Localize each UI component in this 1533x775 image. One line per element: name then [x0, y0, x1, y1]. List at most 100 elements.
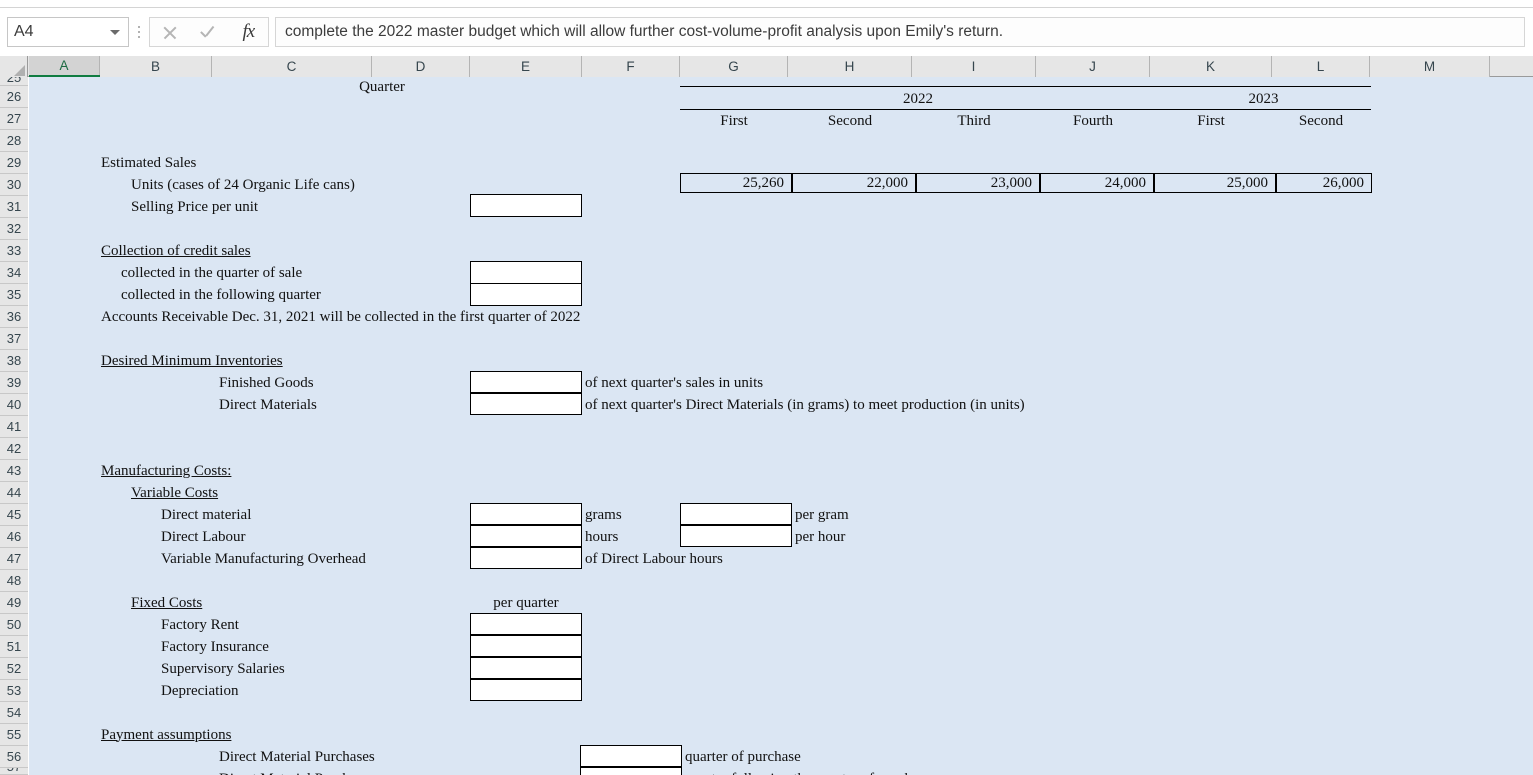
- row-header-48[interactable]: 48: [0, 570, 28, 592]
- depreciation-label: Depreciation: [161, 682, 239, 699]
- column-header-l[interactable]: L: [1272, 56, 1370, 77]
- row-header-31[interactable]: 31: [0, 196, 28, 218]
- row-header-54[interactable]: 54: [0, 702, 28, 724]
- row-header-36[interactable]: 36: [0, 306, 28, 328]
- row-header-47[interactable]: 47: [0, 548, 28, 570]
- row-header-34[interactable]: 34: [0, 262, 28, 284]
- row-header-43[interactable]: 43: [0, 460, 28, 482]
- row-header-37[interactable]: 37: [0, 328, 28, 350]
- direct-material-qty-input[interactable]: [470, 503, 582, 525]
- select-all-corner[interactable]: [0, 56, 28, 77]
- direct-labour-rate-unit: per hour: [795, 528, 846, 545]
- insert-function-button[interactable]: fx: [230, 18, 266, 46]
- column-header-i[interactable]: I: [912, 56, 1036, 77]
- check-icon: [200, 25, 217, 40]
- column-header-h[interactable]: H: [788, 56, 912, 77]
- estimated-sales-units-label: Units (cases of 24 Organic Life cans): [131, 176, 355, 193]
- row-header-27[interactable]: 27: [0, 108, 28, 130]
- name-box[interactable]: A4: [7, 17, 129, 47]
- collected-quarter-of-sale-input[interactable]: [470, 261, 582, 284]
- row-header-33[interactable]: 33: [0, 240, 28, 262]
- collected-following-quarter-input[interactable]: [470, 283, 582, 306]
- quarter-col-1: First: [720, 112, 748, 129]
- column-header-f[interactable]: F: [582, 56, 680, 77]
- row-header-50[interactable]: 50: [0, 614, 28, 636]
- row-header-39[interactable]: 39: [0, 372, 28, 394]
- row-header-28[interactable]: 28: [0, 130, 28, 152]
- direct-labour-rate-input[interactable]: [680, 525, 792, 547]
- column-header-b[interactable]: B: [100, 56, 212, 77]
- row-header-42[interactable]: 42: [0, 438, 28, 460]
- units-value-q3[interactable]: 23,000: [916, 173, 1040, 193]
- confirm-entry-button[interactable]: [191, 18, 227, 46]
- depreciation-input[interactable]: [470, 679, 582, 701]
- selling-price-input[interactable]: [470, 194, 582, 217]
- supervisory-salaries-input[interactable]: [470, 657, 582, 679]
- row-header-46[interactable]: 46: [0, 526, 28, 548]
- cancel-entry-button[interactable]: [152, 18, 188, 46]
- column-header-e[interactable]: E: [470, 56, 582, 77]
- formula-bar-overflow-handle[interactable]: [129, 17, 149, 47]
- column-header-m[interactable]: M: [1370, 56, 1490, 77]
- units-value-q6[interactable]: 26,000: [1276, 173, 1372, 193]
- quarter-col-2: Second: [827, 112, 873, 129]
- row-header-29[interactable]: 29: [0, 152, 28, 174]
- payment-direct-material-purchases-input-2[interactable]: [580, 767, 682, 775]
- units-value-q2[interactable]: 22,000: [792, 173, 916, 193]
- row-header-55[interactable]: 55: [0, 724, 28, 746]
- formula-bar: A4 fx complete the 2022 master budget wh…: [0, 8, 1533, 56]
- row-header-56[interactable]: 56: [0, 746, 28, 768]
- units-value-q4[interactable]: 24,000: [1040, 173, 1154, 193]
- direct-material-qty-unit: grams: [585, 506, 622, 523]
- direct-material-rate-unit: per gram: [795, 506, 849, 523]
- payment-direct-material-purchases-input-1[interactable]: [580, 745, 682, 767]
- row-header-44[interactable]: 44: [0, 482, 28, 504]
- column-header-k[interactable]: K: [1150, 56, 1272, 77]
- row-header-41[interactable]: 41: [0, 416, 28, 438]
- factory-insurance-input[interactable]: [470, 635, 582, 657]
- year-2023-label: 2023: [1248, 90, 1279, 107]
- window-top-strip: [0, 0, 1533, 8]
- row-header-38[interactable]: 38: [0, 350, 28, 372]
- row-header-26[interactable]: 26: [0, 86, 28, 108]
- column-header-j[interactable]: J: [1036, 56, 1150, 77]
- finished-goods-label: Finished Goods: [219, 374, 314, 391]
- row-header-25[interactable]: 25: [0, 77, 28, 86]
- direct-materials-label: Direct Materials: [219, 396, 317, 413]
- row-header-32[interactable]: 32: [0, 218, 28, 240]
- collected-quarter-of-sale-label: collected in the quarter of sale: [121, 264, 303, 281]
- direct-labour-label: Direct Labour: [161, 528, 246, 545]
- row-header-53[interactable]: 53: [0, 680, 28, 702]
- row-header-49[interactable]: 49: [0, 592, 28, 614]
- chevron-down-icon[interactable]: [110, 29, 120, 35]
- direct-labour-qty-input[interactable]: [470, 525, 582, 547]
- row-header-51[interactable]: 51: [0, 636, 28, 658]
- direct-material-rate-input[interactable]: [680, 503, 792, 525]
- column-header-g[interactable]: G: [680, 56, 788, 77]
- row-header-45[interactable]: 45: [0, 504, 28, 526]
- worksheet-grid[interactable]: Quarter 2022 2023 First Second Third Fou…: [29, 77, 1533, 775]
- direct-labour-qty-unit: hours: [585, 528, 619, 545]
- column-header-c[interactable]: C: [212, 56, 372, 77]
- row-header-30[interactable]: 30: [0, 174, 28, 196]
- row-header-57[interactable]: 57: [0, 768, 28, 775]
- supervisory-salaries-label: Supervisory Salaries: [161, 660, 285, 677]
- row-header-35[interactable]: 35: [0, 284, 28, 306]
- row-header-52[interactable]: 52: [0, 658, 28, 680]
- column-header-d[interactable]: D: [372, 56, 470, 77]
- units-value-q5[interactable]: 25,000: [1154, 173, 1276, 193]
- close-icon: [162, 25, 177, 40]
- factory-rent-input[interactable]: [470, 613, 582, 635]
- payment-direct-material-purchases-label-2: Direct Material Purchases: [219, 768, 375, 775]
- variable-costs-title: Variable Costs: [131, 484, 219, 501]
- row-header-40[interactable]: 40: [0, 394, 28, 416]
- column-header-a[interactable]: A: [29, 56, 100, 77]
- units-value-q1[interactable]: 25,260: [680, 173, 792, 193]
- direct-materials-input[interactable]: [470, 393, 582, 415]
- payment-assumptions-title: Payment assumptions: [101, 726, 232, 743]
- desired-min-inventories-title: Desired Minimum Inventories: [101, 352, 283, 369]
- formula-input[interactable]: complete the 2022 master budget which wi…: [275, 17, 1525, 47]
- payment-direct-material-purchases-suffix-1: quarter of purchase: [685, 748, 801, 765]
- finished-goods-input[interactable]: [470, 371, 582, 393]
- variable-overhead-qty-input[interactable]: [470, 547, 582, 569]
